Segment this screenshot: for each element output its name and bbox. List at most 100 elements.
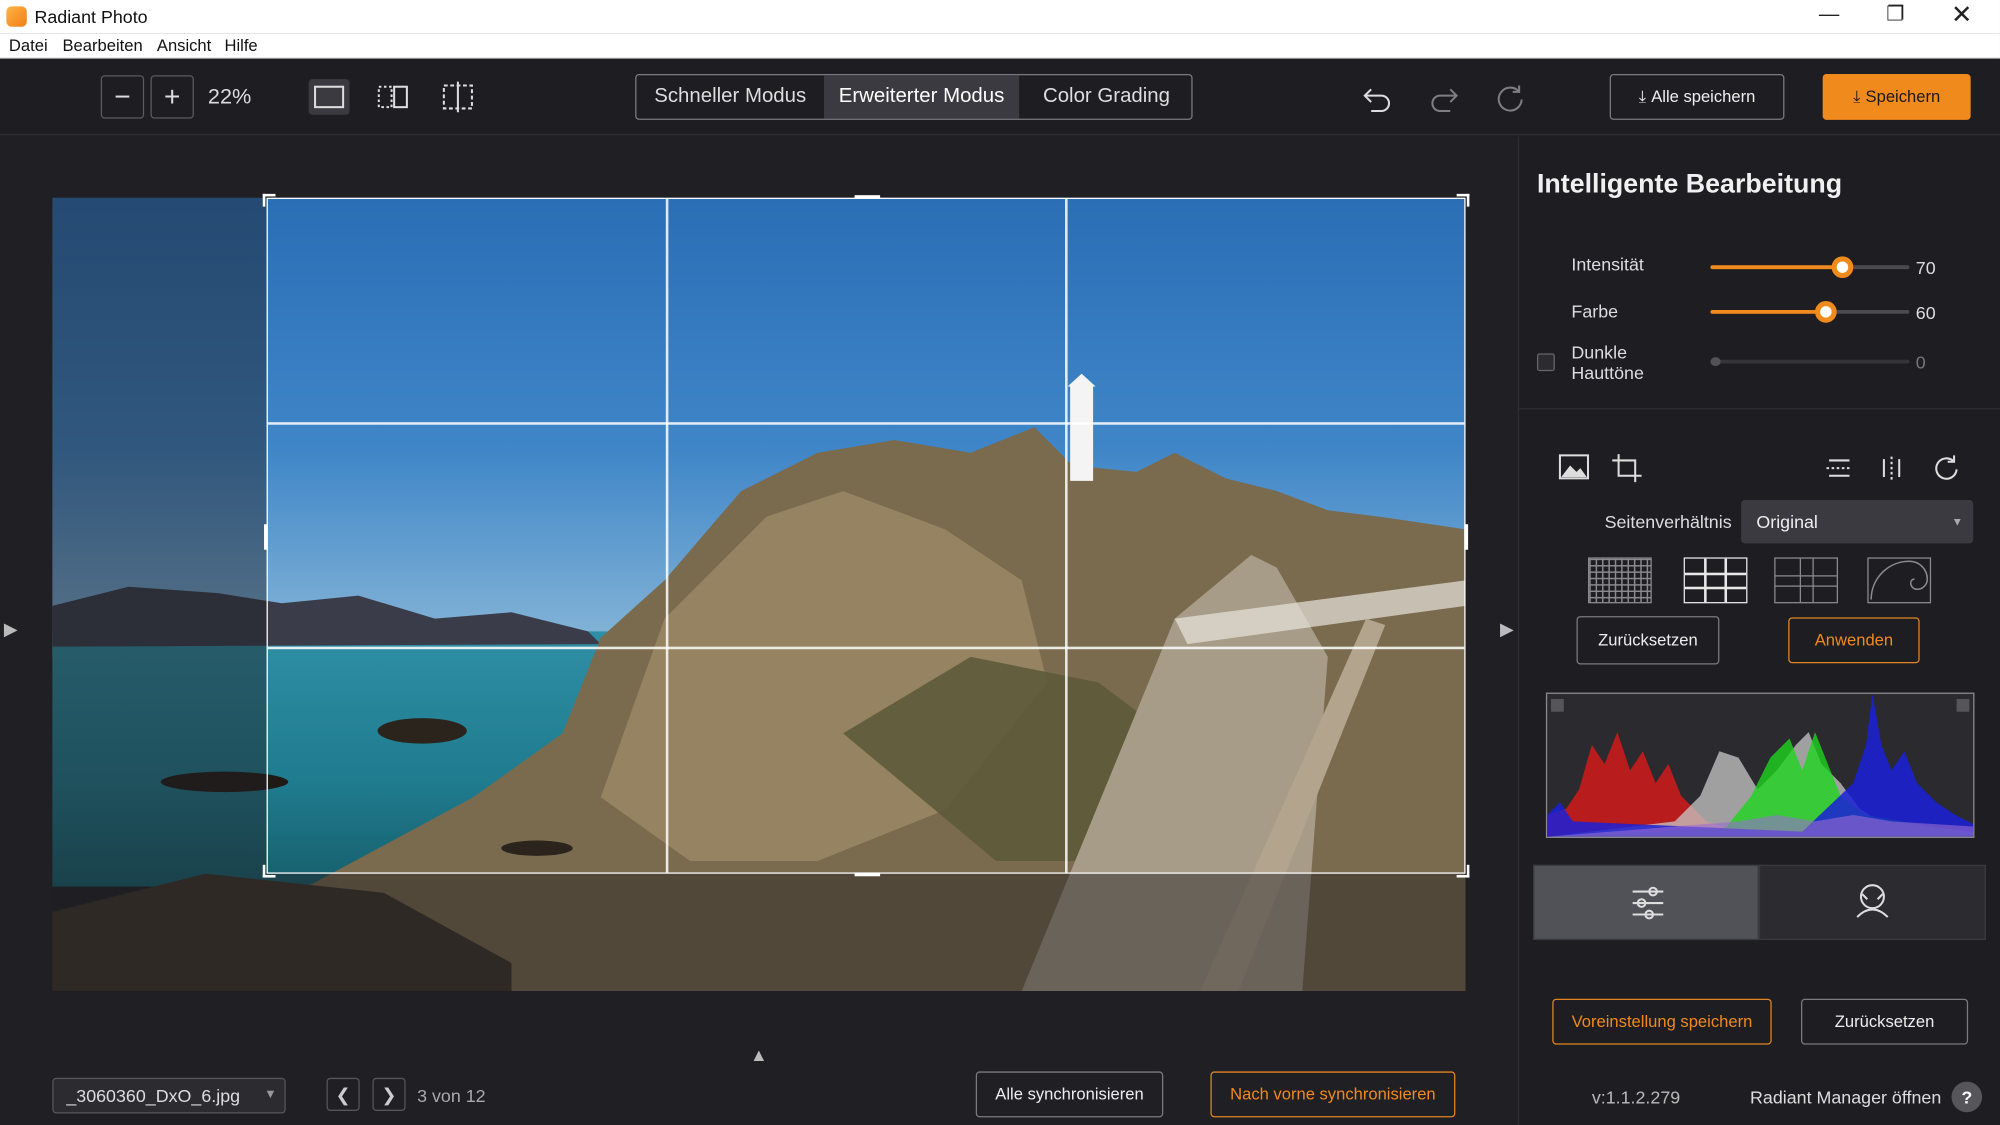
crop-reset-button[interactable]: Zurücksetzen — [1576, 616, 1720, 665]
tab-portrait[interactable] — [1758, 864, 1986, 941]
file-selector[interactable]: _3060360_DxO_6.jpg ▼ — [52, 1077, 286, 1114]
title-bar: Radiant Photo — ❐ ✕ — [0, 0, 2000, 34]
shadow-clipping-toggle[interactable] — [1551, 698, 1564, 712]
next-image-button[interactable]: ❯ — [372, 1077, 406, 1111]
image-tool-button[interactable] — [1557, 453, 1590, 481]
undo-icon — [1363, 88, 1390, 112]
rotate-button[interactable] — [1932, 453, 1960, 481]
aspect-ratio-select[interactable]: Original ▼ — [1741, 499, 1974, 544]
tab-schneller-modus[interactable]: Schneller Modus — [636, 75, 823, 118]
maximize-button[interactable]: ❐ — [1862, 0, 1928, 33]
intensity-slider[interactable] — [1710, 256, 1910, 279]
slider-knob[interactable] — [1710, 357, 1721, 367]
crop-handle-bottom[interactable] — [854, 872, 881, 877]
menu-bearbeiten[interactable]: Bearbeiten — [62, 36, 142, 55]
crop-handle-bottom-right[interactable] — [1456, 864, 1470, 878]
compare-view-button[interactable] — [437, 79, 478, 115]
flip-horizontal-icon — [1882, 456, 1901, 480]
menu-ansicht[interactable]: Ansicht — [157, 36, 211, 55]
panel-divider — [1519, 408, 2000, 410]
dark-skin-checkbox[interactable] — [1536, 353, 1555, 372]
slider-value-intensity: 70 — [1915, 257, 1936, 279]
image-canvas: ▶ ▶ ▲ — [0, 136, 1518, 1125]
highlight-clipping-toggle[interactable] — [1956, 698, 1970, 712]
fine-grid-option[interactable] — [1587, 557, 1652, 604]
crop-handle-right[interactable] — [1464, 524, 1469, 550]
sync-forward-button[interactable]: Nach vorne synchronisieren — [1210, 1071, 1456, 1118]
slider-fill — [1710, 265, 1844, 270]
chevron-down-icon: ▼ — [1951, 515, 1963, 529]
crop-mask-left — [52, 197, 267, 992]
prev-panel-arrow-icon[interactable]: ▶ — [4, 619, 18, 641]
download-icon: ⤓ — [1853, 86, 1861, 106]
panel-title: Intelligente Bearbeitung — [1536, 169, 1843, 199]
sync-all-button[interactable]: Alle synchronisieren — [975, 1071, 1164, 1118]
redo-button[interactable] — [1427, 82, 1460, 115]
dark-skin-slider[interactable] — [1710, 357, 1910, 367]
single-view-icon — [314, 85, 345, 109]
crop-icon — [1612, 454, 1642, 483]
minimize-button[interactable]: — — [1796, 0, 1862, 33]
crop-handle-bottom-left[interactable] — [262, 864, 276, 878]
spiral-grid-option[interactable] — [1867, 557, 1932, 604]
mode-switcher: Schneller Modus Erweiterter Modus Color … — [635, 73, 1193, 120]
crop-handle-top-right[interactable] — [1456, 193, 1470, 207]
chevron-right-icon: ❯ — [381, 1084, 397, 1105]
split-view-button[interactable] — [372, 79, 413, 115]
rotate-icon — [1935, 455, 1958, 480]
crop-handle-top[interactable] — [854, 195, 881, 199]
undo-button[interactable] — [1361, 82, 1394, 115]
menu-hilfe[interactable]: Hilfe — [224, 36, 257, 55]
panel-reset-button[interactable]: Zurücksetzen — [1801, 998, 1969, 1045]
reset-rotate-button[interactable] — [1494, 82, 1527, 115]
golden-grid-option[interactable] — [1774, 557, 1838, 604]
slider-knob[interactable] — [1815, 301, 1837, 323]
slider-value-dark-skin: 0 — [1915, 352, 1926, 373]
flip-horizontal-button[interactable] — [1879, 455, 1907, 481]
crop-tool-button[interactable] — [1611, 453, 1644, 484]
version-label: v:1.1.2.279 — [1591, 1086, 1681, 1108]
single-view-button[interactable] — [308, 79, 350, 115]
tab-erweiterter-modus[interactable]: Erweiterter Modus — [823, 75, 1020, 119]
menu-datei[interactable]: Datei — [9, 36, 48, 55]
crop-grid-line — [665, 198, 669, 873]
histogram-chart — [1547, 693, 1974, 837]
crop-frame[interactable] — [262, 193, 1470, 878]
help-icon[interactable]: ? — [1951, 1081, 1983, 1113]
save-button[interactable]: ⤓ Speichern — [1822, 73, 1971, 120]
zoom-in-button[interactable]: + — [150, 75, 194, 119]
app-logo-icon — [6, 6, 27, 27]
toolbar: − + 22% Schneller Modus Erweiterter Modu… — [0, 58, 2000, 136]
open-manager-link[interactable]: Radiant Manager öffnen — [1750, 1087, 1941, 1107]
close-button[interactable]: ✕ — [1929, 0, 1995, 33]
right-panel: Intelligente Bearbeitung Intensität 70 F… — [1517, 136, 2000, 1125]
thirds-grid-option[interactable] — [1683, 557, 1748, 604]
crop-mask-bottom — [266, 872, 1466, 992]
download-icon: ⤓ — [1638, 86, 1647, 106]
crop-handle-top-left[interactable] — [262, 193, 276, 207]
slider-value-color: 60 — [1915, 302, 1936, 323]
save-preset-button[interactable]: Voreinstellung speichern — [1552, 998, 1772, 1045]
slider-knob[interactable] — [1831, 256, 1854, 279]
prev-image-button[interactable]: ❮ — [326, 1077, 360, 1111]
tab-adjustments[interactable] — [1533, 864, 1759, 941]
refresh-icon — [1497, 85, 1523, 112]
crop-handle-left[interactable] — [264, 524, 268, 550]
flip-vertical-button[interactable] — [1825, 455, 1853, 481]
filmstrip-toggle-icon[interactable]: ▲ — [750, 1045, 768, 1065]
crop-apply-button[interactable]: Anwenden — [1788, 617, 1920, 664]
slider-label-intensity: Intensität — [1571, 253, 1644, 275]
compare-view-icon — [442, 81, 473, 113]
save-all-button[interactable]: ⤓ Alle speichern — [1609, 73, 1785, 120]
crop-grid-line — [267, 422, 1465, 425]
tab-color-grading[interactable]: Color Grading — [1019, 75, 1191, 118]
slider-fill — [1710, 309, 1827, 314]
color-slider[interactable] — [1710, 301, 1910, 323]
crop-grid-line — [1065, 198, 1068, 873]
zoom-out-button[interactable]: − — [100, 75, 145, 119]
slider-label-color: Farbe — [1571, 301, 1619, 322]
image-counter: 3 von 12 — [417, 1085, 486, 1106]
slider-label-dark-skin: Dunkle Hauttöne — [1571, 341, 1644, 383]
collapse-panel-arrow-icon[interactable]: ▶ — [1500, 619, 1514, 641]
aspect-ratio-label: Seitenverhältnis — [1604, 511, 1732, 532]
